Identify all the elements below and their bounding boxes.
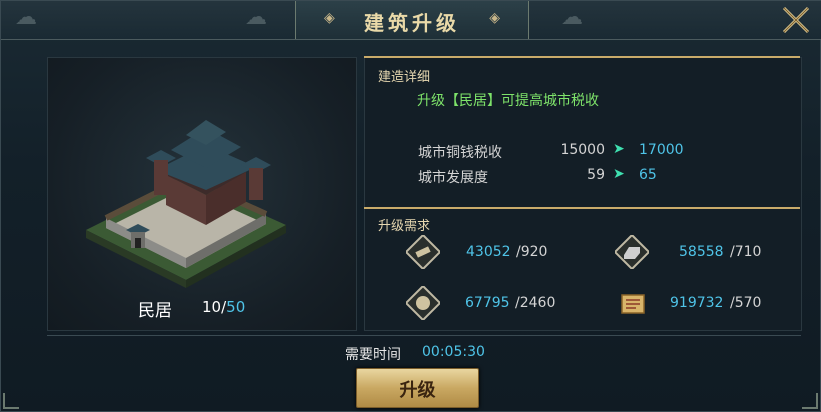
requirements-divider — [364, 207, 800, 209]
frame-corner — [802, 393, 818, 409]
stat-new-tax: 17000 — [639, 142, 684, 158]
building-upgrade-window: ☁ ☁ ☁ ◈ 建筑升级 ◈ 民居 10/50 建造详细 升级【民居】可提高城市… — [0, 0, 821, 412]
stat-label-tax: 城市铜钱税收 — [418, 145, 502, 161]
cloud-ornament-icon: ☁ — [245, 5, 267, 30]
stat-label-development: 城市发展度 — [418, 170, 488, 186]
grain-owned: 67795 — [465, 295, 510, 311]
iron-ingot-icon — [615, 235, 649, 269]
upgrade-button-label: 升级 — [399, 380, 436, 401]
arrow-right-icon: ➤ — [613, 141, 625, 157]
close-button[interactable] — [778, 3, 814, 37]
grain-icon — [406, 286, 440, 320]
current-level: 10 — [202, 298, 222, 316]
wood-required: /920 — [516, 244, 548, 260]
cloud-ornament-icon: ☁ — [15, 5, 37, 30]
wood-icon — [406, 235, 440, 269]
title-ornament-right-icon: ◈ — [489, 10, 500, 26]
residence-building-image — [86, 120, 286, 288]
building-preview-panel: 民居 10/50 — [47, 57, 357, 331]
title-bar: ☁ ☁ ☁ ◈ 建筑升级 ◈ — [1, 1, 821, 40]
title-plate: ◈ 建筑升级 ◈ — [295, 1, 529, 39]
building-level: 10/50 — [202, 298, 246, 316]
stat-new-development: 65 — [639, 167, 657, 183]
wood-owned: 43052 — [466, 244, 511, 260]
details-section-title: 建造详细 — [378, 70, 431, 85]
close-icon — [782, 6, 810, 34]
bottom-divider — [47, 335, 801, 336]
max-level: 50 — [226, 298, 246, 316]
stat-old-development: 59 — [587, 167, 605, 183]
requirements-section-title: 升级需求 — [378, 219, 431, 234]
cloud-ornament-icon: ☁ — [561, 5, 583, 30]
iron-owned: 58558 — [679, 244, 724, 260]
details-divider — [364, 56, 800, 58]
time-label: 需要时间 — [345, 347, 401, 363]
stat-old-tax: 15000 — [560, 142, 605, 158]
scroll-icon — [621, 294, 645, 314]
arrow-right-icon: ➤ — [613, 166, 625, 182]
frame-corner — [3, 393, 19, 409]
building-name: 民居 — [138, 301, 172, 321]
scroll-required: /570 — [730, 295, 762, 311]
iron-required: /710 — [730, 244, 762, 260]
scroll-owned: 919732 — [670, 295, 724, 311]
upgrade-button[interactable]: 升级 — [356, 368, 479, 408]
grain-required: /2460 — [515, 295, 556, 311]
time-value: 00:05:30 — [422, 344, 485, 360]
upgrade-description: 升级【民居】可提高城市税收 — [417, 93, 599, 109]
